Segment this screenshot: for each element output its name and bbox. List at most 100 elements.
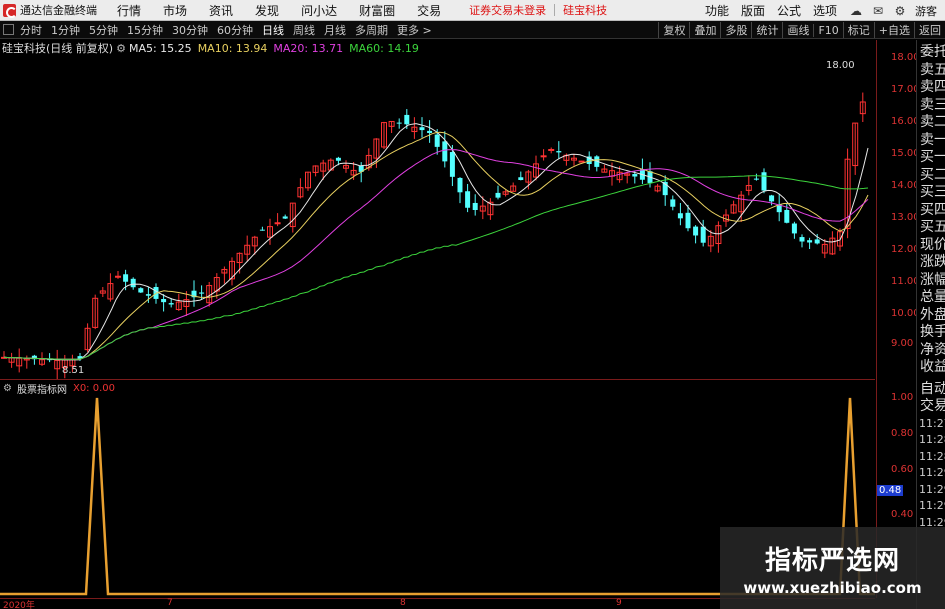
date-label: 8 <box>400 598 406 608</box>
period-more[interactable]: 更多 > <box>397 22 432 38</box>
menu-quotes[interactable]: 行情 <box>117 2 141 19</box>
tool-overlay[interactable]: 叠加 <box>689 22 720 38</box>
candle-down <box>753 178 759 180</box>
menu-discover[interactable]: 发现 <box>255 2 279 19</box>
menu-ask[interactable]: 问小达 <box>301 2 337 19</box>
indicator-tick: 0.40 <box>891 509 914 520</box>
period-15min[interactable]: 15分钟 <box>127 22 163 38</box>
period-daily[interactable]: 日线 <box>262 22 284 38</box>
candle-down <box>168 303 174 305</box>
price-tick: 9.00 <box>891 338 914 349</box>
candle-down <box>434 134 440 147</box>
settings-icon[interactable]: ⚙ <box>893 4 907 18</box>
ma20-line <box>3 149 869 360</box>
current-stock-tag[interactable]: 硅宝科技 <box>563 2 607 18</box>
side-item: 卖一 <box>920 131 945 148</box>
tool-multi-stock[interactable]: 多股 <box>720 22 751 38</box>
candle-up <box>274 222 281 225</box>
side-item: 换手 <box>920 324 945 340</box>
tool-adjust[interactable]: 复权 <box>658 22 689 38</box>
watermark-title: 指标严选网 <box>764 545 900 576</box>
candle-down <box>677 213 683 219</box>
stock-name: 硅宝科技(日线 前复权) <box>2 42 114 55</box>
tool-draw[interactable]: 画线 <box>782 22 813 38</box>
tick-time: 11:29 <box>919 499 945 512</box>
side-item: 卖二 <box>920 114 945 130</box>
candle-down <box>457 177 463 193</box>
trade-login-status[interactable]: 证券交易未登录 <box>469 2 546 18</box>
period-30min[interactable]: 30分钟 <box>172 22 208 38</box>
menu-news[interactable]: 资讯 <box>209 2 233 19</box>
period-multi[interactable]: 多周期 <box>355 22 388 38</box>
menu-function[interactable]: 功能 <box>705 2 729 19</box>
app-logo-icon <box>3 3 17 18</box>
candle-up <box>540 155 547 158</box>
low-price-label: 8.51 <box>62 365 84 376</box>
mail-icon[interactable]: ✉ <box>871 4 885 18</box>
date-label: 7 <box>167 598 173 608</box>
period-monthly[interactable]: 月线 <box>324 22 346 38</box>
side-item: 买三 <box>920 184 945 200</box>
indicator-current-value: 0.48 <box>877 485 904 496</box>
period-60min[interactable]: 60分钟 <box>217 22 253 38</box>
candle-down <box>807 240 813 243</box>
candle-down <box>335 157 341 161</box>
tick-time: 11:29 <box>919 466 945 479</box>
candlestick-chart[interactable]: 18.00 8.51 <box>0 40 875 380</box>
candle-down <box>556 151 562 153</box>
candle-down <box>670 199 676 207</box>
candle-down <box>769 195 775 202</box>
candle-down <box>685 212 691 229</box>
auto-trade-label-2[interactable]: 交易 <box>917 398 945 416</box>
menu-market[interactable]: 市场 <box>163 2 187 19</box>
candle-down <box>145 294 151 296</box>
side-item: 总量 <box>920 289 945 305</box>
tool-back[interactable]: 返回 <box>914 22 945 38</box>
candle-up <box>548 148 555 151</box>
candle-down <box>632 174 638 177</box>
candle-down <box>761 172 767 191</box>
price-axis: 18.00 17.00 16.00 15.00 14.00 13.00 12.0… <box>876 40 920 598</box>
tick-time: 11:28 <box>919 449 945 463</box>
cloud-icon[interactable]: ☁ <box>849 4 863 18</box>
side-item: 卖三 <box>920 96 945 113</box>
side-item: 委托 <box>920 44 945 60</box>
tool-f10[interactable]: F10 <box>813 23 842 37</box>
tick-time: 11:27 <box>919 416 945 430</box>
candle-down <box>472 202 478 210</box>
auto-trade-label[interactable]: 自动 <box>917 381 945 399</box>
watermark-url: www.xuezhibiao.com <box>743 578 922 597</box>
tool-stats[interactable]: 统计 <box>751 22 782 38</box>
indicator-value: X0: 0.00 <box>72 382 115 394</box>
period-1min[interactable]: 1分钟 <box>51 22 80 38</box>
menu-formula[interactable]: 公式 <box>777 2 801 19</box>
candle-down <box>465 191 471 208</box>
gear-icon[interactable]: ⚙ <box>116 42 126 55</box>
tool-add-watchlist[interactable]: +自选 <box>873 22 914 38</box>
tool-mark[interactable]: 标记 <box>842 22 874 38</box>
gear-icon[interactable]: ⚙ <box>3 383 12 394</box>
layout-toggle-icon[interactable] <box>3 24 14 35</box>
menu-wealth[interactable]: 财富圈 <box>359 2 395 19</box>
indicator-legend: ⚙ 股票指标网 X0: 0.00 <box>3 382 115 396</box>
menu-layout[interactable]: 版面 <box>741 2 765 19</box>
side-item: 收益 <box>920 359 945 375</box>
side-item: 买五 <box>920 219 945 235</box>
ma20-value: MA20: 13.71 <box>273 41 344 55</box>
candle-down <box>396 122 402 124</box>
period-5min[interactable]: 5分钟 <box>89 22 118 38</box>
indicator-tick: 0.60 <box>891 464 914 475</box>
period-weekly[interactable]: 周线 <box>293 22 315 38</box>
candle-down <box>427 130 433 133</box>
candle-down <box>449 152 455 177</box>
menu-trade[interactable]: 交易 <box>417 2 441 19</box>
indicator-name: 股票指标网 <box>16 384 67 396</box>
guest-account[interactable]: 游客 <box>915 3 937 19</box>
date-label: 9 <box>616 598 622 608</box>
candle-down <box>799 237 805 242</box>
ma10-line <box>3 131 869 360</box>
candle-up <box>115 275 121 278</box>
period-timeshare[interactable]: 分时 <box>20 22 42 38</box>
side-item: 买四 <box>920 201 945 218</box>
menu-options[interactable]: 选项 <box>813 2 837 19</box>
